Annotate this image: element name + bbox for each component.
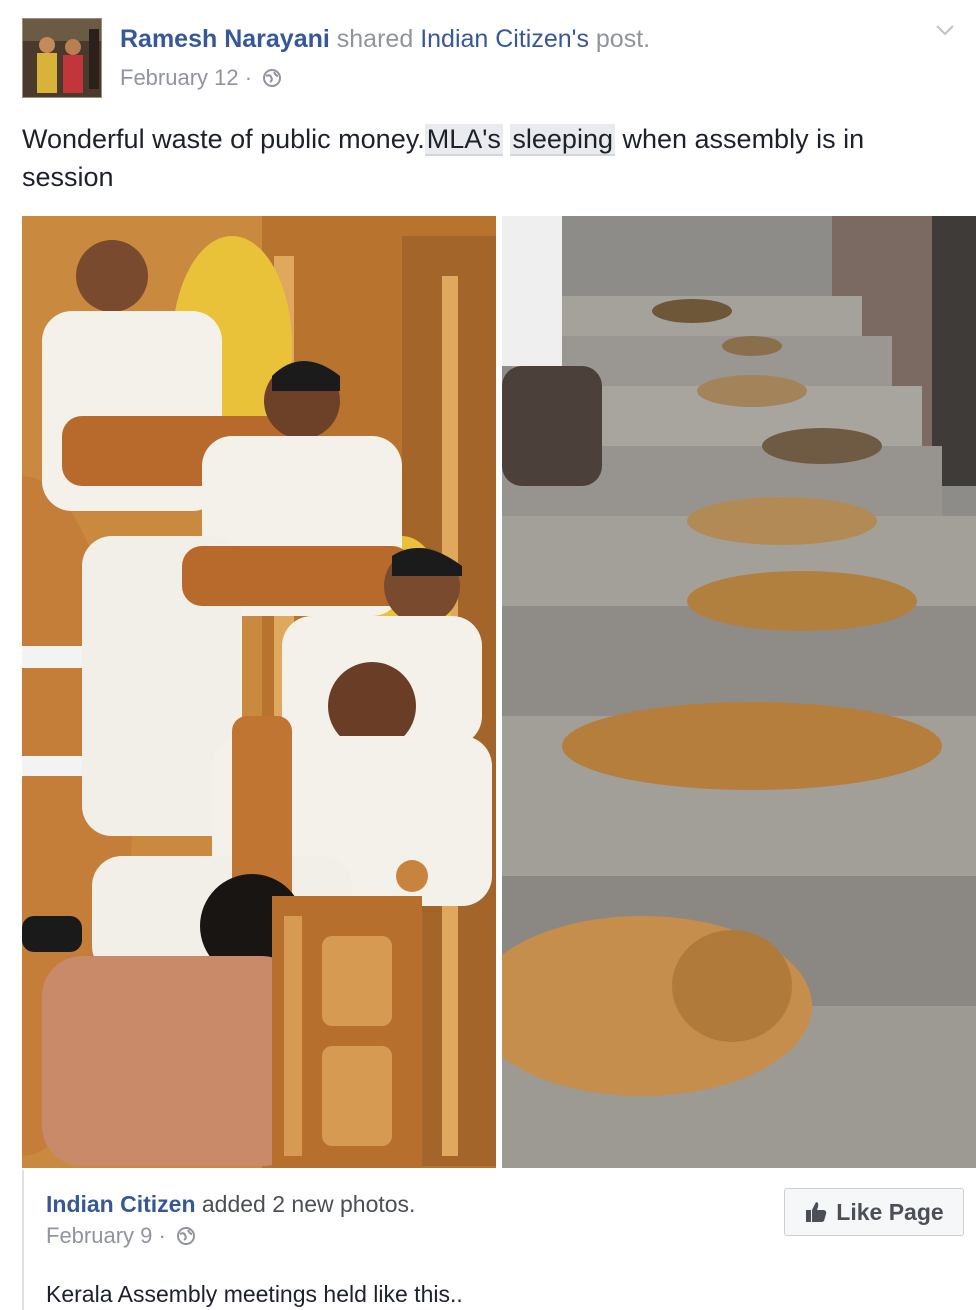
- message-text: Wonderful waste of public money.: [22, 124, 425, 154]
- hashtag-sleeping[interactable]: sleeping: [510, 124, 615, 156]
- shared-meta-separator: ·: [158, 1223, 166, 1248]
- shared-post: Indian Citizen added 2 new photos. Febru…: [22, 1170, 976, 1310]
- photo-assembly[interactable]: [22, 216, 496, 1168]
- shared-post-header: Indian Citizen added 2 new photos.: [46, 1190, 415, 1218]
- avatar[interactable]: [22, 18, 102, 98]
- post-meta: February 12 ·: [120, 64, 282, 95]
- post-message: Wonderful waste of public money.MLA's sl…: [22, 120, 952, 196]
- meta-separator: ·: [244, 65, 253, 90]
- globe-icon[interactable]: [176, 1225, 196, 1253]
- post-word: post.: [595, 25, 651, 53]
- feed-post: Ramesh Narayani shared Indian Citizen's …: [0, 0, 976, 1310]
- like-page-label: Like Page: [836, 1198, 944, 1225]
- like-page-button[interactable]: Like Page: [784, 1188, 964, 1236]
- thumbs-up-icon: [806, 1202, 827, 1222]
- timestamp-link[interactable]: February 12: [120, 65, 239, 90]
- shared-post-meta: February 9 ·: [46, 1222, 196, 1253]
- chevron-down-icon[interactable]: [934, 22, 956, 38]
- shared-author-name-link[interactable]: Indian Citizen: [46, 1191, 196, 1217]
- action-text: shared: [336, 25, 414, 53]
- author-name-link[interactable]: Ramesh Narayani: [120, 25, 330, 53]
- hashtag-mla[interactable]: MLA's: [424, 124, 503, 156]
- shared-action-text: added 2 new photos.: [201, 1191, 416, 1217]
- shared-source-link[interactable]: Indian Citizen's: [420, 25, 589, 53]
- globe-icon[interactable]: [262, 67, 282, 95]
- shared-timestamp-link[interactable]: February 9: [46, 1223, 152, 1248]
- shared-post-text: Kerala Assembly meetings held like this.…: [46, 1281, 463, 1307]
- post-header: Ramesh Narayani shared Indian Citizen's …: [120, 24, 650, 54]
- photo-dogs[interactable]: [502, 216, 976, 1168]
